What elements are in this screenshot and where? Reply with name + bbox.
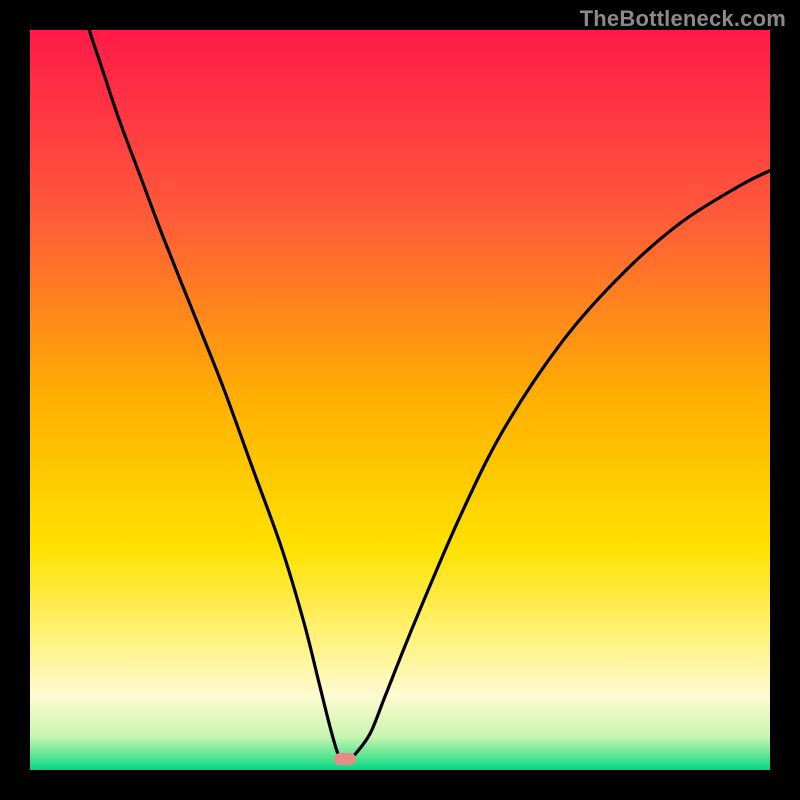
- chart-frame: TheBottleneck.com: [0, 0, 800, 800]
- bottleneck-curve: [30, 30, 770, 770]
- plot-area: [30, 30, 770, 770]
- watermark-label: TheBottleneck.com: [580, 6, 786, 32]
- optimal-point-marker: [334, 753, 356, 765]
